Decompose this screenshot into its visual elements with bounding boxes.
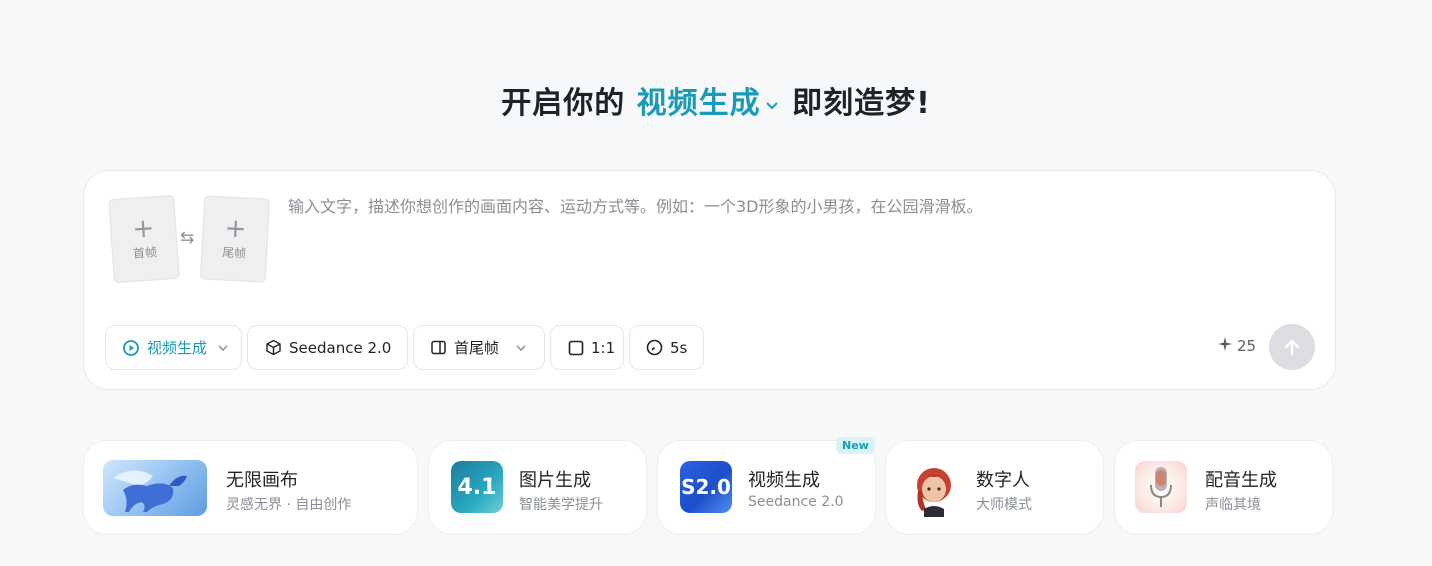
duration-label: 5s — [670, 338, 688, 357]
square-icon — [568, 340, 584, 356]
feature-subtitle: 声临其境 — [1205, 497, 1261, 513]
arrow-up-icon — [1282, 337, 1302, 357]
last-frame-label: 尾帧 — [221, 245, 247, 261]
feature-card-digital-human[interactable]: 数字人 大师模式 — [885, 440, 1104, 535]
pegasus-image — [103, 460, 207, 516]
prompt-composer: + 首帧 ⇆ + 尾帧 视频生成 Seedance 2.0 首尾帧 — [83, 170, 1336, 390]
thumb-text: S2.0 — [681, 475, 731, 499]
feature-subtitle: 智能美学提升 — [519, 497, 603, 513]
feature-subtitle: 灵感无界 · 自由创作 — [226, 497, 352, 513]
chevron-down-icon — [515, 342, 527, 354]
mode-switcher-label: 视频生成 — [636, 86, 761, 121]
frames-icon — [430, 339, 447, 356]
swap-frames-icon[interactable]: ⇆ — [180, 228, 194, 248]
aspect-ratio-label: 1:1 — [591, 338, 616, 357]
feature-subtitle: 大师模式 — [976, 497, 1032, 513]
thumb-text: 4.1 — [457, 474, 497, 500]
headline-suffix: 即刻造梦! — [792, 86, 931, 121]
chevron-down-icon — [217, 342, 229, 354]
clock-icon — [646, 339, 663, 356]
feature-card-voiceover[interactable]: 配音生成 声临其境 — [1114, 440, 1333, 535]
mode-select[interactable]: 视频生成 — [105, 325, 242, 370]
prompt-input[interactable] — [288, 193, 1288, 313]
first-frame-upload[interactable]: + 首帧 — [108, 194, 180, 284]
first-frame-label: 首帧 — [132, 245, 158, 261]
plus-icon: + — [223, 213, 248, 245]
chevron-down-icon — [763, 87, 781, 122]
model-select[interactable]: Seedance 2.0 — [247, 325, 408, 370]
credits-indicator: 25 — [1218, 337, 1256, 355]
feature-card-video-gen[interactable]: New S2.0 视频生成 Seedance 2.0 — [657, 437, 876, 535]
plus-icon: + — [131, 213, 156, 245]
frames-mode-select[interactable]: 首尾帧 — [413, 325, 545, 370]
aspect-ratio-select[interactable]: 1:1 — [550, 325, 624, 370]
cube-icon — [265, 339, 282, 356]
feature-title: 无限画布 — [226, 470, 298, 491]
feature-title: 图片生成 — [519, 470, 591, 491]
feature-card-canvas[interactable]: 无限画布 灵感无界 · 自由创作 — [83, 440, 418, 535]
mode-switcher[interactable]: 视频生成 — [637, 86, 792, 121]
send-button[interactable] — [1269, 324, 1315, 370]
last-frame-upload[interactable]: + 尾帧 — [199, 195, 271, 283]
feature-title: 配音生成 — [1205, 470, 1277, 491]
image-4-1-thumb: 4.1 — [451, 461, 503, 513]
microphone-image — [1135, 461, 1187, 513]
new-badge: New — [836, 437, 875, 454]
model-select-label: Seedance 2.0 — [289, 338, 392, 357]
headline-prefix: 开启你的 — [501, 86, 626, 121]
feature-title: 视频生成 — [748, 470, 820, 491]
credits-value: 25 — [1237, 337, 1257, 355]
avatar-girl-image — [906, 461, 962, 517]
video-s2-thumb: S2.0 — [680, 461, 732, 513]
feature-card-image-gen[interactable]: 4.1 图片生成 智能美学提升 — [428, 440, 647, 535]
frames-mode-label: 首尾帧 — [454, 339, 500, 357]
video-play-icon — [122, 339, 140, 357]
mode-select-label: 视频生成 — [147, 339, 208, 357]
page-headline: 开启你的 视频生成 即刻造梦! — [0, 78, 1432, 122]
feature-subtitle: Seedance 2.0 — [748, 494, 844, 510]
duration-select[interactable]: 5s — [629, 325, 704, 370]
feature-title: 数字人 — [976, 470, 1030, 491]
sparkle-icon — [1218, 337, 1232, 355]
